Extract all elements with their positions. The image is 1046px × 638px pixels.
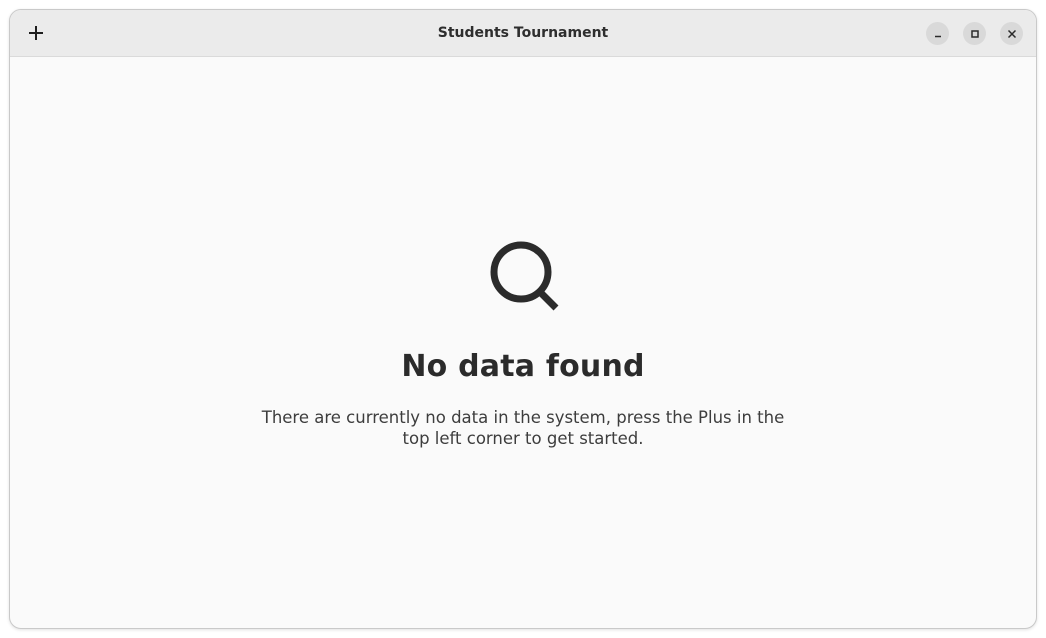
window-controls — [926, 22, 1023, 45]
search-icon — [490, 241, 559, 311]
headerbar: Students Tournament — [10, 10, 1036, 57]
status-title: No data found — [401, 349, 645, 384]
status-description: There are currently no data in the syste… — [261, 408, 785, 448]
maximize-icon — [970, 29, 979, 38]
minimize-button[interactable] — [926, 22, 949, 45]
close-icon — [1007, 29, 1016, 38]
app-window: Students Tournament No data found There … — [9, 9, 1037, 629]
window-title: Students Tournament — [437, 25, 609, 41]
status-page: No data found There are currently no dat… — [10, 57, 1036, 628]
minimize-icon — [934, 35, 941, 37]
close-button[interactable] — [1000, 22, 1023, 45]
maximize-button[interactable] — [963, 22, 986, 45]
